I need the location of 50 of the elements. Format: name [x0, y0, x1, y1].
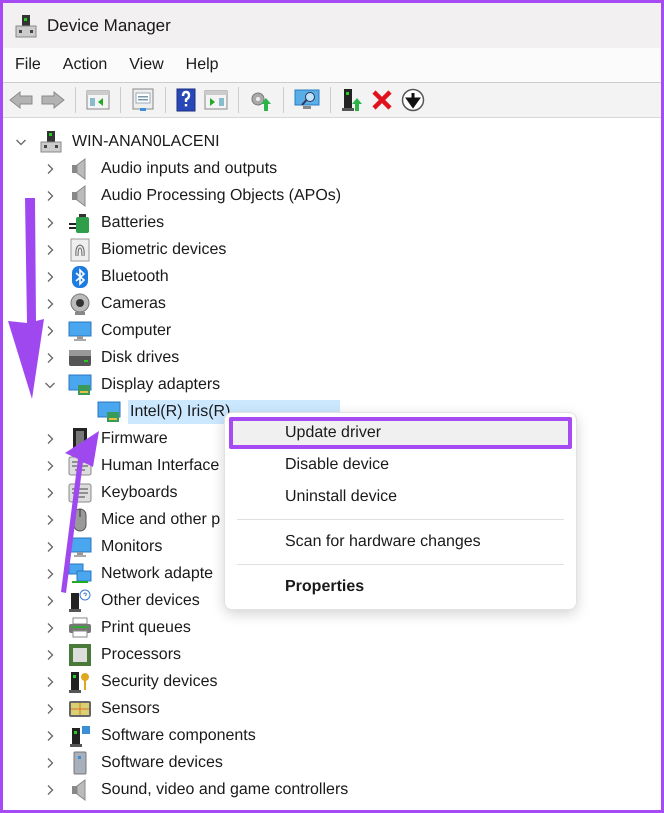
- context-menu-item[interactable]: Update driver: [229, 417, 572, 449]
- disable-button[interactable]: [399, 86, 427, 114]
- computer-icon: [15, 14, 37, 38]
- context-menu-item[interactable]: Properties: [229, 571, 572, 603]
- tree-item[interactable]: Batteries: [99, 210, 166, 234]
- context-menu-item[interactable]: Uninstall device: [229, 481, 572, 513]
- menu-item[interactable]: Help: [186, 54, 219, 76]
- tree-item[interactable]: Audio inputs and outputs: [99, 156, 280, 180]
- computer-icon: [39, 130, 63, 154]
- tree-item[interactable]: Monitors: [99, 534, 164, 558]
- tower-puzzle-icon: [68, 724, 92, 748]
- menu-item[interactable]: File: [15, 54, 41, 76]
- tree-item[interactable]: Sound, video and game controllers: [99, 778, 350, 802]
- tree-item[interactable]: Software components: [99, 724, 258, 748]
- tree-item[interactable]: Human Interface: [99, 454, 222, 478]
- tower-question-icon: [68, 588, 92, 612]
- tree-item[interactable]: Security devices: [99, 670, 220, 694]
- enable-device-button[interactable]: [339, 86, 365, 114]
- printer-icon: [68, 616, 92, 640]
- tree-item[interactable]: Disk drives: [99, 346, 182, 370]
- tree-item[interactable]: WIN-ANAN0LACENI: [70, 130, 222, 154]
- menu-item[interactable]: View: [129, 54, 164, 76]
- context-menu-item[interactable]: Scan for hardware changes: [229, 526, 572, 558]
- monitor-icon: [68, 318, 92, 342]
- display-card-icon: [97, 400, 121, 424]
- tree-item[interactable]: Biometric devices: [99, 238, 228, 262]
- tree-item[interactable]: Mice and other p: [99, 508, 222, 532]
- tree-item[interactable]: Software devices: [99, 750, 225, 774]
- network-icon: [68, 562, 92, 586]
- tree-item[interactable]: Computer: [99, 318, 174, 342]
- window-title: Device Manager: [47, 16, 171, 36]
- webcam-icon: [68, 292, 92, 316]
- tree-item[interactable]: Bluetooth: [99, 264, 171, 288]
- help-button[interactable]: [174, 86, 198, 114]
- tree-item[interactable]: Cameras: [99, 292, 168, 316]
- tree-item[interactable]: Network adapte: [99, 562, 216, 586]
- tree-item[interactable]: Firmware: [99, 426, 170, 450]
- tree-item[interactable]: Processors: [99, 642, 184, 666]
- tree-item[interactable]: Audio Processing Objects (APOs): [99, 184, 344, 208]
- tower-key-icon: [68, 670, 92, 694]
- menu-item[interactable]: Action: [62, 54, 108, 76]
- tree-item[interactable]: Print queues: [99, 616, 193, 640]
- context-menu-item[interactable]: Disable device: [229, 449, 572, 481]
- fingerprint-icon: [68, 238, 92, 262]
- processor-icon: [68, 642, 92, 666]
- tree-item[interactable]: Display adapters: [99, 372, 222, 396]
- tree-item[interactable]: Other devices: [99, 588, 202, 612]
- tree-item[interactable]: Keyboards: [99, 480, 180, 504]
- display-card-icon: [68, 372, 92, 396]
- tree-item[interactable]: Sensors: [99, 696, 162, 720]
